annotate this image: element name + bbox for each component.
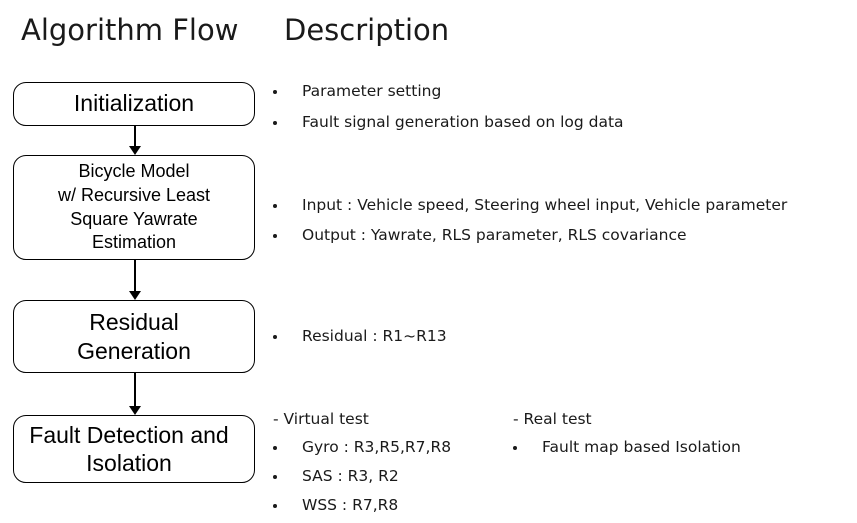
column-heading-algorithm-flow: Algorithm Flow xyxy=(21,13,239,47)
list-item: Output : Yawrate, RLS parameter, RLS cov… xyxy=(273,226,787,244)
arrow-shaft xyxy=(134,260,136,292)
flow-box-label: Fault Detection and Isolation xyxy=(29,421,229,476)
list-item: Input : Vehicle speed, Steering wheel in… xyxy=(273,196,787,214)
list-item-label: SAS : R3, R2 xyxy=(302,467,399,485)
list-item: Gyro : R3,R5,R7,R8 xyxy=(273,438,451,456)
arrow-down-icon xyxy=(128,260,142,300)
list-item-label: Fault map based Isolation xyxy=(542,438,741,456)
description-bicycle-model: Input : Vehicle speed, Steering wheel in… xyxy=(273,196,787,256)
arrow-shaft xyxy=(134,126,136,147)
flow-box-residual-generation[interactable]: Residual Generation xyxy=(13,300,255,373)
list-item-label: Gyro : R3,R5,R7,R8 xyxy=(302,438,452,456)
arrow-shaft xyxy=(134,373,136,407)
arrow-head xyxy=(129,291,141,300)
flow-box-fault-detection-and-isolation[interactable]: Fault Detection and Isolation xyxy=(13,415,255,483)
arrow-down-icon xyxy=(128,126,142,155)
list-item-label: Residual : R1~R13 xyxy=(302,327,447,345)
list-item: Fault signal generation based on log dat… xyxy=(273,113,624,131)
description-initialization: Parameter setting Fault signal generatio… xyxy=(273,82,624,144)
description-residual-generation: Residual : R1~R13 xyxy=(273,327,447,345)
real-test-heading: - Real test xyxy=(513,410,592,428)
list-item: Residual : R1~R13 xyxy=(273,327,447,345)
list-item-label: WSS : R7,R8 xyxy=(302,496,399,514)
list-item-label: Parameter setting xyxy=(302,82,442,100)
flow-box-initialization[interactable]: Initialization xyxy=(13,82,255,126)
arrow-head xyxy=(129,146,141,155)
arrow-down-icon xyxy=(128,373,142,415)
description-real-test: - Real test Fault map based Isolation xyxy=(513,410,741,456)
flow-box-label: Initialization xyxy=(73,90,195,117)
list-item-label: Input : Vehicle speed, Steering wheel in… xyxy=(302,196,788,214)
virtual-test-heading: - Virtual test xyxy=(273,410,369,428)
list-item: Parameter setting xyxy=(273,82,624,100)
arrow-head xyxy=(129,406,141,415)
algorithm-flow-diagram: Algorithm Flow Description Initializatio… xyxy=(0,0,857,523)
flow-box-label: Residual Generation xyxy=(77,309,191,364)
column-heading-description: Description xyxy=(284,13,450,47)
list-item: SAS : R3, R2 xyxy=(273,467,451,485)
description-virtual-test: - Virtual test Gyro : R3,R5,R7,R8 SAS : … xyxy=(273,410,451,523)
list-item: WSS : R7,R8 xyxy=(273,496,451,514)
flow-box-bicycle-model[interactable]: Bicycle Model w/ Recursive Least Square … xyxy=(13,155,255,260)
flow-box-label: Bicycle Model w/ Recursive Least Square … xyxy=(57,161,211,253)
list-item-label: Output : Yawrate, RLS parameter, RLS cov… xyxy=(302,226,687,244)
list-item: Fault map based Isolation xyxy=(513,438,741,456)
list-item-label: Fault signal generation based on log dat… xyxy=(302,113,624,131)
